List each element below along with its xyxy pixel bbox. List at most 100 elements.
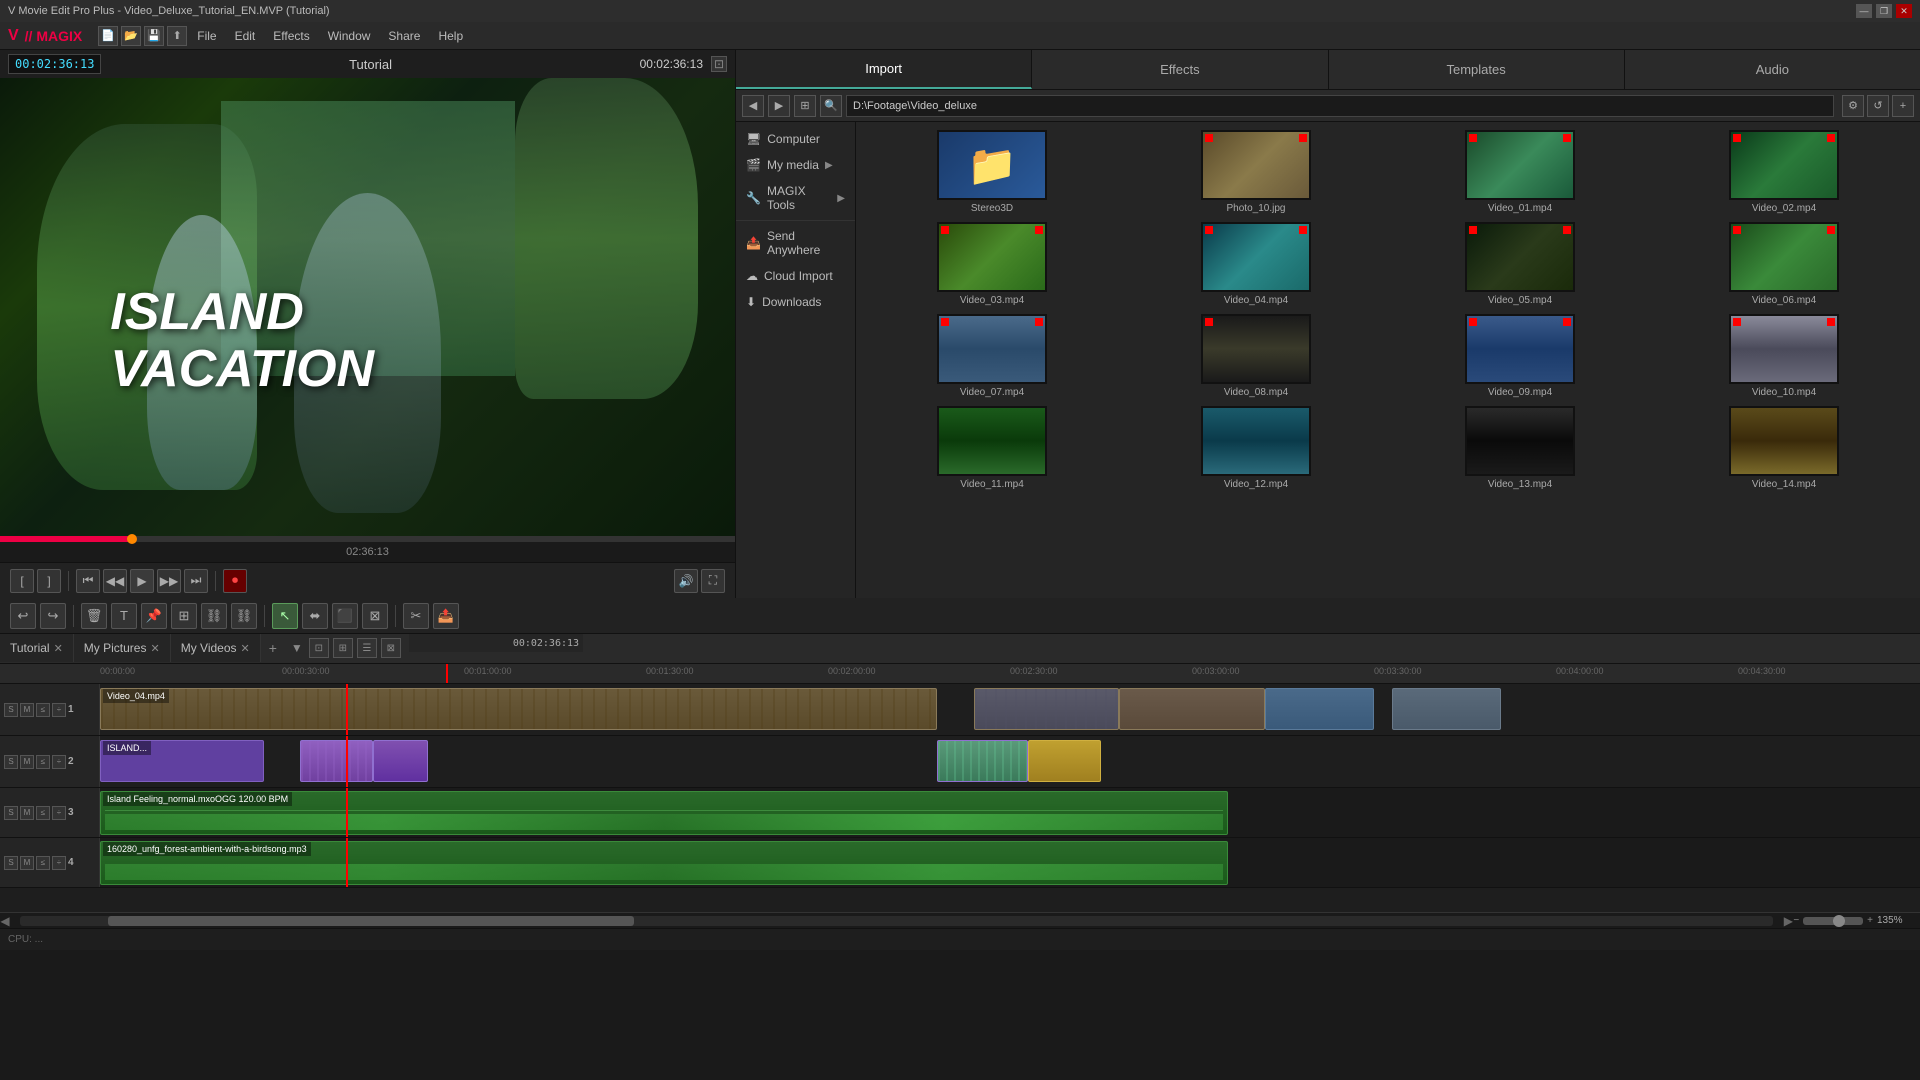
clip-t2-blue1[interactable] <box>937 740 1028 782</box>
export-icon[interactable]: ⬆ <box>167 26 187 46</box>
track-4-lock[interactable]: ≤ <box>36 856 50 870</box>
grid-button[interactable]: ⊞ <box>171 603 197 629</box>
prev-frame-button[interactable]: ◀◀ <box>103 569 127 593</box>
nav-magix-tools[interactable]: 🔧 MAGIX Tools ▶ <box>736 178 855 218</box>
timeline-tab-tutorial[interactable]: Tutorial ✕ <box>0 634 74 662</box>
file-video11[interactable]: Video_11.mp4 <box>864 406 1120 490</box>
unlink-button[interactable]: ⛓ <box>231 603 257 629</box>
file-video05[interactable]: Video_05.mp4 <box>1392 222 1648 306</box>
track-2-solo[interactable]: S <box>4 755 18 769</box>
track-1-expand[interactable]: ÷ <box>52 703 66 717</box>
file-video12[interactable]: Video_12.mp4 <box>1128 406 1384 490</box>
nav-cloud-import[interactable]: ☁ Cloud Import <box>736 263 855 289</box>
tab-audio[interactable]: Audio <box>1625 50 1920 89</box>
maximize-button[interactable]: ❐ <box>1876 4 1892 18</box>
path-bar[interactable]: D:\Footage\Video_deluxe <box>846 95 1834 117</box>
track-2-lock[interactable]: ≤ <box>36 755 50 769</box>
scroll-left-button[interactable]: ◀ <box>0 914 10 928</box>
clip-t2-purple1[interactable] <box>300 740 373 782</box>
zoom-out-icon[interactable]: − <box>1793 915 1799 926</box>
forward-button[interactable]: ▶ <box>768 95 790 117</box>
track-4-solo[interactable]: S <box>4 856 18 870</box>
audio-icon[interactable]: 🔊 <box>674 569 698 593</box>
timeline-ruler[interactable]: 00:00:00 00:00:30:00 00:01:00:00 00:01:3… <box>0 664 1920 684</box>
link-button[interactable]: ⛓ <box>201 603 227 629</box>
track-1-solo[interactable]: S <box>4 703 18 717</box>
menu-edit[interactable]: Edit <box>227 27 264 45</box>
menu-window[interactable]: Window <box>320 27 379 45</box>
timeline-tab-dropdown[interactable]: ▼ <box>285 634 309 662</box>
progress-bar-container[interactable] <box>0 536 735 542</box>
file-video08[interactable]: Video_08.mp4 <box>1128 314 1384 398</box>
nav-downloads[interactable]: ⬇ Downloads <box>736 289 855 315</box>
file-video01[interactable]: Video_01.mp4 <box>1392 130 1648 214</box>
fullscreen-icon[interactable]: ⛶ <box>701 569 725 593</box>
clip-t1-gap2[interactable] <box>1392 688 1501 730</box>
nav-my-media[interactable]: 🎬 My media ▶ <box>736 152 855 178</box>
redo-button[interactable]: ↪ <box>40 603 66 629</box>
track-3-solo[interactable]: S <box>4 806 18 820</box>
file-video07[interactable]: Video_07.mp4 <box>864 314 1120 398</box>
scroll-right-button[interactable]: ▶ <box>1783 914 1793 928</box>
export-button[interactable]: 📤 <box>433 603 459 629</box>
minimize-button[interactable]: — <box>1856 4 1872 18</box>
refresh-button[interactable]: ↺ <box>1867 95 1889 117</box>
view-grid-button[interactable]: ⊞ <box>794 95 816 117</box>
next-frame-button[interactable]: ▶▶ <box>157 569 181 593</box>
scroll-track[interactable] <box>20 916 1773 926</box>
tab-templates[interactable]: Templates <box>1329 50 1625 89</box>
close-button[interactable]: ✕ <box>1896 4 1912 18</box>
clip-t1-gap1[interactable] <box>1265 688 1374 730</box>
track-3-mute[interactable]: M <box>20 806 34 820</box>
clip-t2-orange[interactable] <box>1028 740 1101 782</box>
mark-out-button[interactable]: ] <box>37 569 61 593</box>
cut-button[interactable]: ✂ <box>403 603 429 629</box>
track-3-expand[interactable]: ÷ <box>52 806 66 820</box>
my-pictures-tab-close[interactable]: ✕ <box>150 642 159 655</box>
add-timeline-tab[interactable]: + <box>261 634 285 662</box>
file-video06[interactable]: Video_06.mp4 <box>1656 222 1912 306</box>
window-controls[interactable]: — ❐ ✕ <box>1856 4 1912 18</box>
track-2-mute[interactable]: M <box>20 755 34 769</box>
file-photo10[interactable]: Photo_10.jpg <box>1128 130 1384 214</box>
nav-send-anywhere[interactable]: 📤 Send Anywhere <box>736 223 855 263</box>
file-stereo3d[interactable]: 📁 Stereo3D <box>864 130 1120 214</box>
menu-share[interactable]: Share <box>380 27 428 45</box>
timeline-tab-my-pictures[interactable]: My Pictures ✕ <box>74 634 171 662</box>
record-button[interactable]: ⏺ <box>223 569 247 593</box>
search-button[interactable]: 🔍 <box>820 95 842 117</box>
undo-button[interactable]: ↩ <box>10 603 36 629</box>
menu-help[interactable]: Help <box>430 27 471 45</box>
timeline-view-1-icon[interactable]: ⊡ <box>309 638 329 658</box>
file-video03[interactable]: Video_03.mp4 <box>864 222 1120 306</box>
select-tool[interactable]: ↖ <box>272 603 298 629</box>
zoom-slider-handle[interactable] <box>1833 915 1845 927</box>
new-file-icon[interactable]: 📄 <box>98 26 118 46</box>
pin-button[interactable]: 📌 <box>141 603 167 629</box>
clip-t2-purple2[interactable] <box>373 740 428 782</box>
track-4-mute[interactable]: M <box>20 856 34 870</box>
text-button[interactable]: T <box>111 603 137 629</box>
track-4-expand[interactable]: ÷ <box>52 856 66 870</box>
settings-button[interactable]: ⚙ <box>1842 95 1864 117</box>
track-2-expand[interactable]: ÷ <box>52 755 66 769</box>
file-video09[interactable]: Video_09.mp4 <box>1392 314 1648 398</box>
jump-end-button[interactable]: ⏭ <box>184 569 208 593</box>
tab-effects[interactable]: Effects <box>1032 50 1328 89</box>
nav-computer[interactable]: 🖥 Computer <box>736 126 855 152</box>
save-icon[interactable]: 💾 <box>144 26 164 46</box>
file-video02[interactable]: Video_02.mp4 <box>1656 130 1912 214</box>
track-1-mute[interactable]: M <box>20 703 34 717</box>
timeline-view-4-icon[interactable]: ⊠ <box>381 638 401 658</box>
back-button[interactable]: ◀ <box>742 95 764 117</box>
progress-handle[interactable] <box>127 534 137 544</box>
track-3-lock[interactable]: ≤ <box>36 806 50 820</box>
timeline-view-2-icon[interactable]: ⊞ <box>333 638 353 658</box>
preview-fullscreen-icon[interactable]: ⊡ <box>711 56 727 72</box>
menu-file[interactable]: File <box>189 27 224 45</box>
clip-audio-1[interactable]: Island Feeling_normal.mxoOGG 120.00 BPM <box>100 791 1228 835</box>
open-file-icon[interactable]: 📂 <box>121 26 141 46</box>
clip-t1-3[interactable] <box>1119 688 1265 730</box>
tab-import[interactable]: Import <box>736 50 1032 89</box>
add-path-button[interactable]: + <box>1892 95 1914 117</box>
